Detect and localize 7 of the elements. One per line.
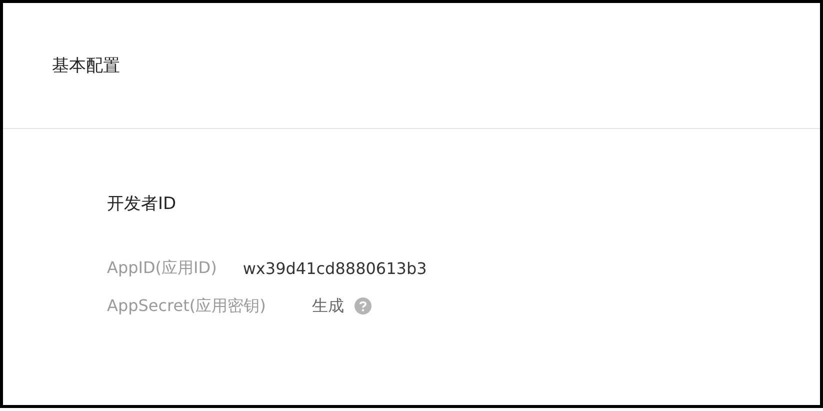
section-title: 开发者ID — [107, 193, 178, 215]
help-icon[interactable] — [354, 297, 372, 315]
generate-link[interactable]: 生成 — [312, 296, 344, 316]
field-label: AppID(应用ID) — [107, 258, 217, 278]
panel-title: 基本配置 — [52, 55, 120, 77]
field-label: AppSecret(应用密钥) — [107, 296, 266, 316]
field-value: wx39d41cd8880613b3 — [242, 258, 427, 278]
